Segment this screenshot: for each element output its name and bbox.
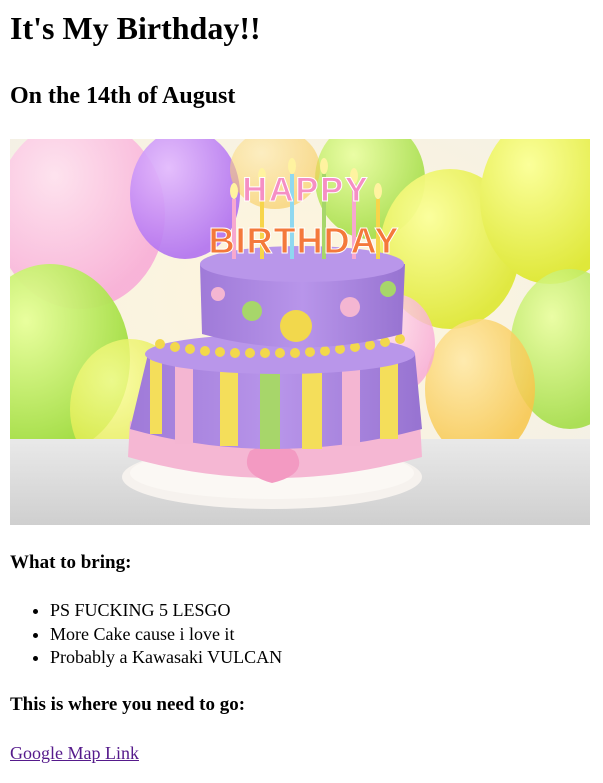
- birthday-cake-image: HAPPY BIRTHDAY: [10, 139, 590, 525]
- bring-list: PS FUCKING 5 LESGO More Cake cause i lov…: [10, 599, 282, 670]
- location-heading: This is where you need to go:: [10, 694, 246, 715]
- page-title: It's My Birthday!!: [10, 10, 261, 46]
- cake-topper-birthday: BIRTHDAY: [209, 220, 400, 261]
- cake-topper-happy: HAPPY: [242, 171, 369, 209]
- list-item: PS FUCKING 5 LESGO: [50, 599, 282, 623]
- list-item: More Cake cause i love it: [50, 623, 282, 647]
- google-map-link[interactable]: Google Map Link: [10, 742, 139, 764]
- list-item: Probably a Kawasaki VULCAN: [50, 646, 282, 670]
- page-subtitle: On the 14th of August: [10, 83, 236, 109]
- what-to-bring-heading: What to bring:: [10, 552, 132, 573]
